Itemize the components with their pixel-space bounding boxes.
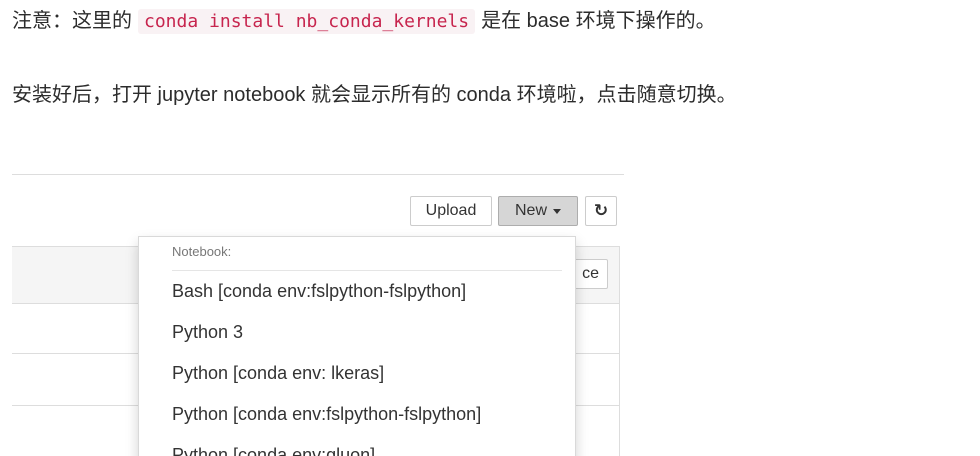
partial-button-label: ce (582, 265, 599, 282)
refresh-icon: ↻ (593, 201, 609, 220)
note-prefix: 注意：这里的 (12, 10, 132, 32)
new-button[interactable]: New (498, 196, 578, 226)
upload-label: Upload (425, 202, 477, 219)
install-paragraph: 安装好后，打开 jupyter notebook 就会显示所有的 conda 环… (12, 84, 737, 106)
divider (12, 174, 624, 175)
dropdown-header: Notebook: (172, 244, 232, 259)
kernel-option-gluon[interactable]: Python [conda env:gluon] (172, 445, 375, 456)
dropdown-divider (172, 270, 562, 271)
new-label: New (514, 202, 547, 219)
kernel-option-fslpython[interactable]: Python [conda env:fslpython-fslpython] (172, 404, 481, 425)
kernel-option-lkeras[interactable]: Python [conda env: lkeras] (172, 363, 384, 384)
refresh-button[interactable]: ↻ (585, 196, 617, 226)
jupyter-screenshot: Upload New ↻ ce Notebook: Bash [conda en… (12, 174, 624, 456)
kernel-option-python3[interactable]: Python 3 (172, 322, 243, 343)
caret-down-icon (553, 208, 561, 214)
note-suffix: 是在 base 环境下操作的。 (481, 10, 716, 32)
upload-button[interactable]: Upload (410, 196, 492, 226)
kernel-option-bash[interactable]: Bash [conda env:fslpython-fslpython] (172, 281, 466, 302)
inline-code: conda install nb_conda_kernels (138, 9, 476, 34)
note-paragraph: 注意：这里的 conda install nb_conda_kernels 是在 b… (12, 6, 716, 37)
new-dropdown-menu: Notebook: Bash [conda env:fslpython-fslp… (138, 236, 576, 456)
